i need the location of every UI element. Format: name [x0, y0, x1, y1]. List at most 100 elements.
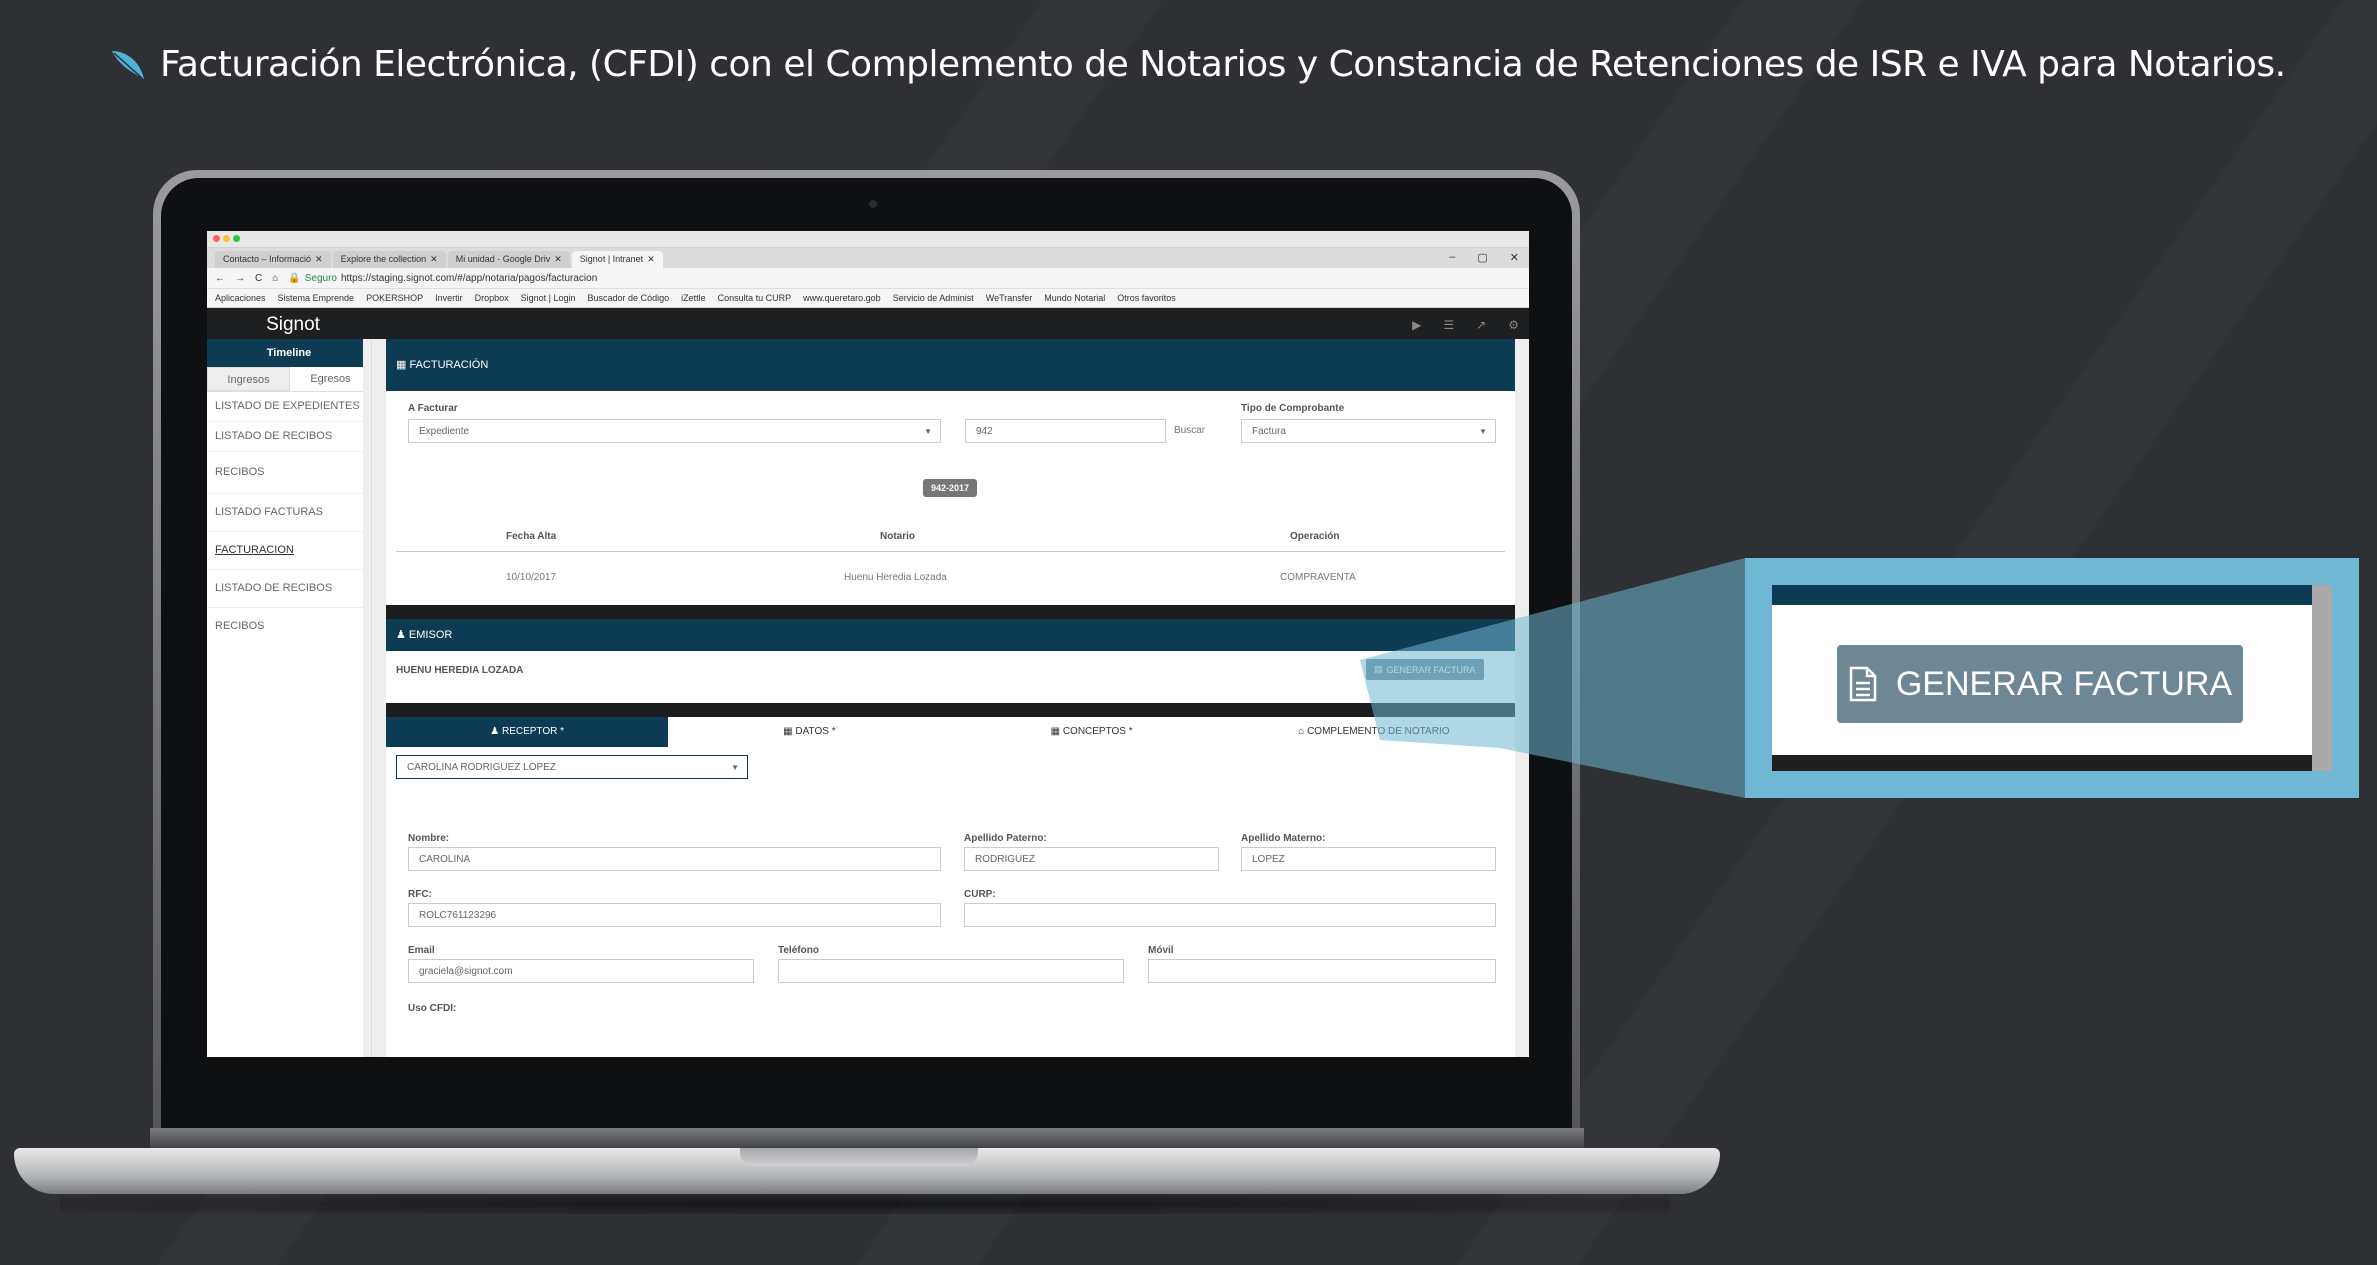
sidebar-item-listado-facturas[interactable]: LISTADO FACTURAS [207, 494, 371, 532]
bookmark[interactable]: Signot | Login [521, 293, 576, 303]
video-icon[interactable]: ▶ [1412, 318, 1421, 332]
callout-zoom: GENERAR FACTURA [1745, 558, 2359, 798]
panel-title: EMISOR [408, 629, 453, 641]
minimize-dot-icon[interactable] [223, 235, 230, 242]
bookmark[interactable]: Mundo Notarial [1044, 293, 1105, 303]
bookmark[interactable]: www.queretaro.gob [803, 293, 881, 303]
browser-tab[interactable]: Mi unidad - Google Driv ✕ [447, 251, 570, 268]
minimize-icon[interactable]: – [1449, 251, 1455, 264]
zoom-dot-icon[interactable] [233, 235, 240, 242]
close-icon[interactable]: ✕ [315, 251, 323, 268]
tab-complemento[interactable]: ⌂ COMPLEMENTO DE NOTARIO [1233, 717, 1515, 747]
zoom-header-strip [1772, 585, 2332, 605]
grid-icon: ▦ [1050, 726, 1063, 737]
sidebar-item-listado-recibos-2[interactable]: LISTADO DE RECIBOS [207, 570, 371, 608]
bookmark[interactable]: iZettle [681, 293, 706, 303]
expediente-input[interactable]: 942 [965, 419, 1166, 443]
chevron-down-icon: ▼ [731, 763, 739, 772]
laptop-hinge [150, 1128, 1584, 1150]
forward-icon[interactable]: → [235, 273, 245, 284]
app-logo[interactable]: Signot [207, 314, 379, 336]
home-icon[interactable]: ⌂ [272, 273, 278, 284]
bookmark[interactable]: Invertir [435, 293, 463, 303]
bookmark[interactable]: Buscador de Código [588, 293, 670, 303]
zoom-footer-strip [1772, 755, 2332, 771]
bookmark[interactable]: Otros favoritos [1117, 293, 1176, 303]
camera-icon [869, 200, 877, 208]
tab-label: Signot | Intranet [579, 254, 644, 264]
browser-tab-active[interactable]: Signot | Intranet ✕ [571, 251, 663, 268]
browser-tab[interactable]: Explore the collection ✕ [332, 251, 446, 268]
sidebar-item-facturacion[interactable]: FACTURACION [207, 532, 371, 570]
reload-icon[interactable]: C [255, 273, 262, 284]
bookmarks-bar: Aplicaciones Sistema Emprende POKERSHOP … [207, 289, 1529, 308]
tab-egresos[interactable]: Egresos [290, 367, 371, 391]
apellido-materno-field[interactable]: LOPEZ [1241, 847, 1496, 871]
bookmark[interactable]: WeTransfer [986, 293, 1033, 303]
bookmark[interactable]: Dropbox [475, 293, 509, 303]
bookmark[interactable]: Servicio de Administ [893, 293, 974, 303]
tab-receptor[interactable]: ♟ RECEPTOR * [386, 717, 669, 747]
expediente-badge: 942-2017 [923, 479, 978, 497]
field-value: CAROLINA [419, 854, 471, 865]
sidebar-scrollbar[interactable] [363, 339, 371, 1057]
tab-ingresos[interactable]: Ingresos [207, 367, 290, 391]
generar-factura-button[interactable]: ▤ GENERAR FACTURA [1366, 659, 1484, 680]
feather-icon [112, 50, 144, 79]
field-value: graciela@signot.com [419, 966, 513, 977]
a-facturar-select[interactable]: Expediente ▼ [408, 419, 941, 443]
headline-text: Facturación Electrónica, (CFDI) con el C… [160, 44, 2286, 85]
bookmark[interactable]: POKERSHOP [366, 293, 423, 303]
telefono-field[interactable] [778, 959, 1124, 983]
select-value: Factura [1252, 426, 1286, 437]
nombre-field[interactable]: CAROLINA [408, 847, 941, 871]
nombre-label: Nombre: [408, 833, 450, 844]
bookmark[interactable]: Consulta tu CURP [718, 293, 792, 303]
close-icon[interactable]: ✕ [430, 251, 438, 268]
close-icon[interactable]: ✕ [554, 251, 562, 268]
sidebar-item-listado-recibos[interactable]: LISTADO DE RECIBOS [207, 422, 371, 452]
buscar-button[interactable]: Buscar [1174, 425, 1205, 436]
select-value: Expediente [419, 426, 470, 437]
chart-icon[interactable]: ↗ [1476, 318, 1486, 332]
sidebar-item-listado-expedientes[interactable]: LISTADO DE EXPEDIENTES [207, 392, 371, 422]
close-icon[interactable]: ✕ [647, 251, 655, 268]
rfc-field[interactable]: ROLC761123296 [408, 903, 941, 927]
main-scrollbar[interactable] [1521, 339, 1529, 1057]
os-titlebar [207, 231, 1529, 248]
table-divider [396, 551, 1505, 552]
email-field[interactable]: graciela@signot.com [408, 959, 754, 983]
rfc-label: RFC: [408, 889, 432, 900]
apellido-materno-label: Apellido Materno: [1241, 833, 1326, 844]
tipo-comprobante-select[interactable]: Factura ▼ [1241, 419, 1496, 443]
generar-factura-zoom-button[interactable]: GENERAR FACTURA [1837, 645, 2243, 723]
browser-tab[interactable]: Contacto – Informació ✕ [215, 251, 331, 268]
laptop-notch [740, 1148, 978, 1166]
settings-icon[interactable]: ⚙ [1508, 318, 1519, 332]
address-bar: ← → C ⌂ 🔒 Seguro https://staging.signot.… [207, 268, 1529, 289]
apellido-paterno-field[interactable]: RODRIGUEZ [964, 847, 1219, 871]
tab-label: Mi unidad - Google Driv [455, 254, 551, 264]
bookmark[interactable]: Sistema Emprende [278, 293, 355, 303]
close-dot-icon[interactable] [213, 235, 220, 242]
back-icon[interactable]: ← [215, 273, 225, 284]
receptor-select[interactable]: CAROLINA RODRIGUEZ LOPEZ ▼ [396, 755, 748, 779]
tab-conceptos[interactable]: ▦ CONCEPTOS * [951, 717, 1233, 747]
close-window-icon[interactable]: ✕ [1510, 251, 1519, 264]
column-header: Fecha Alta [506, 531, 557, 542]
bookmark[interactable]: Aplicaciones [215, 293, 266, 303]
curp-field[interactable] [964, 903, 1496, 927]
emisor-name: HUENU HEREDIA LOZADA [396, 665, 524, 676]
email-label: Email [408, 945, 435, 956]
field-value: LOPEZ [1252, 854, 1285, 865]
restore-icon[interactable]: ▢ [1477, 251, 1487, 264]
url-field[interactable]: 🔒 Seguro https://staging.signot.com/#/ap… [288, 273, 597, 284]
sidebar-item-recibos[interactable]: RECIBOS [207, 452, 371, 494]
list-icon[interactable]: ☰ [1443, 318, 1454, 332]
main-content: ▦ FACTURACIÓN A Facturar Expediente ▼ 942… [372, 339, 1529, 1057]
movil-field[interactable] [1148, 959, 1496, 983]
tab-datos[interactable]: ▦ DATOS * [668, 717, 950, 747]
sidebar-item-recibos-2[interactable]: RECIBOS [207, 608, 371, 645]
section-gap [386, 703, 1515, 717]
document-icon: ▤ [1374, 664, 1383, 674]
